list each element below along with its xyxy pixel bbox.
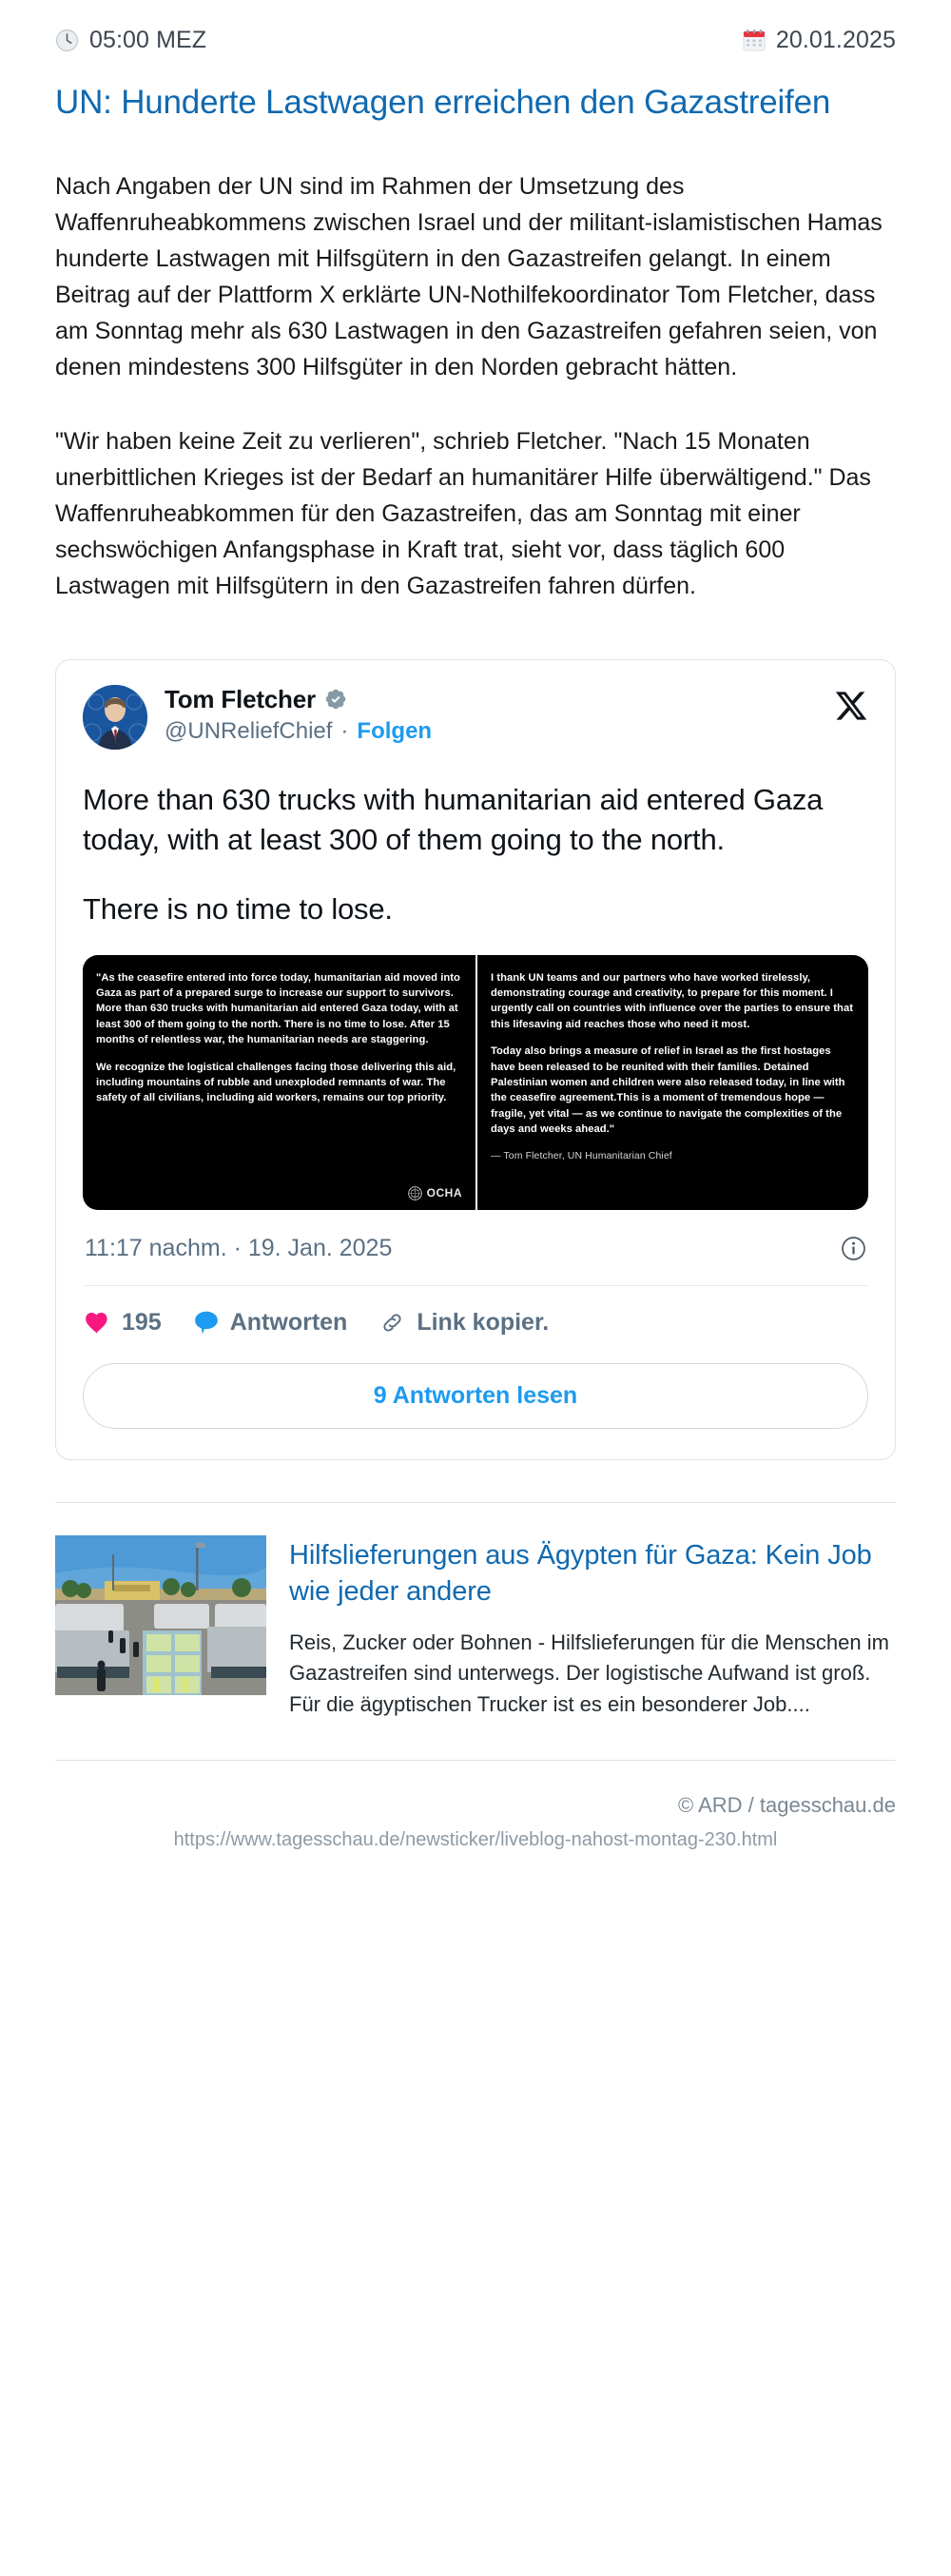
statement-paragraph: I thank UN teams and our partners who ha… [491, 971, 853, 1030]
verified-badge-icon [325, 689, 346, 710]
reply-label: Antworten [229, 1308, 348, 1336]
publish-time: 05:00 MEZ [55, 27, 206, 54]
article-paragraph: Nach Angaben der UN sind im Rahmen der U… [55, 172, 883, 381]
tweet-text-primary: More than 630 trucks with humanitarian a… [83, 782, 824, 857]
page-title: UN: Hunderte Lastwagen erreichen den Gaz… [55, 84, 831, 121]
ocha-logo-text: OCHA [426, 1186, 462, 1200]
publish-time-label: 05:00 MEZ [89, 27, 207, 53]
tweet-header: Tom Fletcher @UNReliefChief · Folgen [83, 684, 868, 750]
statement-paragraph: We recognize the logistical challenges f… [96, 1061, 456, 1104]
article-meta-row: 05:00 MEZ 20.01.2025 [55, 0, 896, 62]
tweet-separator: · [340, 717, 349, 744]
teaser-content: Hilfslieferungen aus Ägypten für Gaza: K… [289, 1535, 896, 1720]
copy-link-action[interactable]: Link kopier. [379, 1309, 549, 1337]
statement-column-left: "As the ceasefire entered into force tod… [83, 955, 476, 1210]
x-logo-icon[interactable] [834, 689, 868, 723]
page-footer: © ARD / tagesschau.de https://www.tagess… [55, 1761, 896, 1883]
teaser-title: Hilfslieferungen aus Ägypten für Gaza: K… [289, 1539, 872, 1608]
speech-bubble-icon[interactable] [194, 1310, 219, 1336]
ocha-logo-icon [407, 1185, 422, 1200]
publish-date: 20.01.2025 [743, 27, 896, 54]
related-article-teaser[interactable]: Hilfslieferungen aus Ägypten für Gaza: K… [55, 1503, 896, 1720]
clock-icon [56, 29, 78, 51]
tweet-action-bar: 195 Antworten Link kopier. [83, 1286, 868, 1337]
like-count: 195 [122, 1308, 162, 1336]
tweet-embed-card[interactable]: Tom Fletcher @UNReliefChief · Folgen Mor… [55, 658, 896, 1460]
statement-paragraph: "As the ceasefire entered into force tod… [96, 971, 460, 1046]
tweet-timestamp: 11:17 nachm. · 19. Jan. 2025 [85, 1234, 393, 1261]
heart-icon[interactable] [85, 1311, 110, 1335]
tweet-text-secondary: There is no time to lose. [83, 892, 393, 927]
ocha-logo: OCHA [407, 1185, 462, 1200]
teaser-summary: Reis, Zucker oder Bohnen - Hilfslieferun… [289, 1630, 889, 1716]
article-paragraph: "Wir haben keine Zeit zu verlieren", sch… [55, 427, 871, 599]
like-action[interactable]: 195 [85, 1309, 162, 1337]
calendar-icon [743, 29, 766, 51]
statement-paragraph: Today also brings a measure of relief in… [491, 1045, 845, 1135]
info-icon[interactable] [841, 1236, 866, 1261]
reply-action[interactable]: Antworten [194, 1308, 348, 1337]
tweet-media-image[interactable]: "As the ceasefire entered into force tod… [83, 954, 868, 1210]
follow-link[interactable]: Folgen [357, 718, 432, 745]
tweet-body: More than 630 trucks with humanitarian a… [83, 780, 868, 930]
read-replies-button[interactable]: 9 Antworten lesen [83, 1362, 868, 1429]
copyright-text: © ARD / tagesschau.de [677, 1792, 896, 1817]
aid-trucks-photo [55, 1534, 266, 1695]
link-icon[interactable] [379, 1310, 405, 1336]
source-url: https://www.tagesschau.de/newsticker/liv… [173, 1828, 778, 1850]
statement-attribution: — Tom Fletcher, UN Humanitarian Chief [491, 1150, 672, 1162]
teaser-thumbnail [55, 1534, 266, 1695]
tweet-timestamp-row: 11:17 nachm. · 19. Jan. 2025 [83, 1210, 868, 1286]
article-page: 05:00 MEZ 20.01.2025 UN: Hunderte Lastwa… [0, 0, 951, 2576]
tweet-text-gap [83, 861, 868, 889]
avatar-image [83, 684, 147, 750]
tweet-handle: @UNReliefChief [165, 717, 333, 744]
avatar[interactable] [83, 684, 147, 750]
copy-link-label: Link kopier. [417, 1308, 550, 1336]
tweet-author[interactable]: Tom Fletcher @UNReliefChief · Folgen [83, 684, 432, 750]
statement-column-right: I thank UN teams and our partners who ha… [476, 954, 868, 1210]
publish-date-label: 20.01.2025 [775, 27, 896, 53]
tweet-display-name: Tom Fletcher [165, 684, 316, 713]
